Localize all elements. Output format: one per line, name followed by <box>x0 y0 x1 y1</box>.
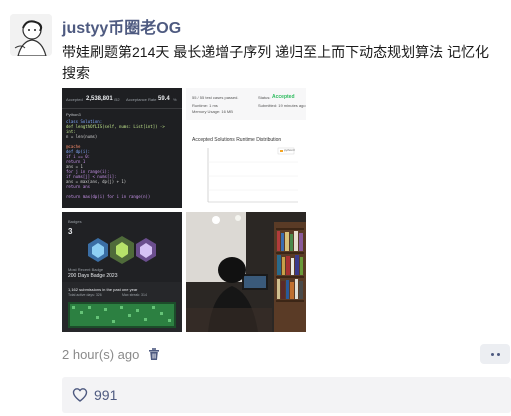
code-line: def lengthOfLIS(self, nums: List[int]) -… <box>66 124 165 129</box>
active-days: Total active days: 326 <box>68 293 102 297</box>
submitted-time: Submitted: 19 minutes ago <box>258 103 306 108</box>
recent-badge-label: Most Recent Badge <box>68 267 104 272</box>
room-scene <box>186 212 306 332</box>
acceptance-rate-value: 59.4 <box>158 96 170 102</box>
dot-icon <box>496 352 500 356</box>
trash-icon[interactable] <box>147 347 161 361</box>
post-text: 带娃刷题第214天 最长递增子序列 递归至上而下动态规划算法 记忆化搜索 <box>62 44 490 81</box>
acceptance-rate-label: Acceptance Rate <box>126 97 157 102</box>
memory-usage: Memory Usage: 16 MB <box>192 109 233 114</box>
language-tab[interactable]: Python3 <box>66 113 81 117</box>
heart-icon[interactable] <box>72 387 88 403</box>
author-name[interactable]: justyy币圈老OG <box>62 14 181 38</box>
chart-legend: python3 <box>284 148 295 152</box>
badges-activity-image[interactable]: Badges 3 Most Recent Badge 200 Days Badg… <box>62 212 182 332</box>
badges-header: Badges <box>68 219 82 224</box>
avatar-sketch-image <box>10 14 52 56</box>
like-count[interactable]: 991 <box>94 387 117 403</box>
dot-icon <box>490 352 494 356</box>
status-label: Status: <box>258 95 271 100</box>
runtime: Runtime: 1 ms <box>192 103 218 108</box>
accepted-value: 2,538,801 <box>86 96 113 102</box>
code-line: return ans <box>66 184 91 189</box>
avatar[interactable] <box>10 14 52 56</box>
chart-axes <box>207 147 298 203</box>
post-time: 2 hour(s) ago <box>62 347 140 362</box>
likes-bar: 991 <box>62 377 511 413</box>
test-cases-passed: 55 / 55 test cases passed. <box>192 95 239 100</box>
image-grid: Accepted 2,538,801 /52 Acceptance Rate 5… <box>62 88 308 332</box>
code-editor: class Solution: def lengthOfLIS(self, nu… <box>66 120 178 206</box>
submission-result-image[interactable]: 55 / 55 test cases passed. Status: Accep… <box>186 88 306 208</box>
submissions-summary: 1,162 submissions in the past one year <box>68 287 138 292</box>
activity-heatmap <box>68 302 176 328</box>
code-line: n = len(nums) <box>66 134 98 139</box>
accepted-unit: /52 <box>114 97 120 102</box>
more-options-button[interactable] <box>480 344 510 364</box>
status-value: Accepted <box>272 94 295 100</box>
runtime-chart: Accepted Solutions Runtime Distribution … <box>186 120 306 208</box>
accepted-label: Accepted <box>66 97 83 102</box>
kid-at-computer-photo[interactable] <box>186 212 306 332</box>
divider <box>62 108 182 109</box>
code-line: return max(dp(i) for i in range(n)) <box>66 194 151 199</box>
recent-badge-name: 200 Days Badge 2023 <box>68 273 118 279</box>
max-streak: Max streak: 314 <box>122 293 147 297</box>
submission-calendar: 1,162 submissions in the past one year T… <box>62 282 182 332</box>
acceptance-rate-unit: % <box>173 97 177 102</box>
code-screenshot-image[interactable]: Accepted 2,538,801 /52 Acceptance Rate 5… <box>62 88 182 208</box>
